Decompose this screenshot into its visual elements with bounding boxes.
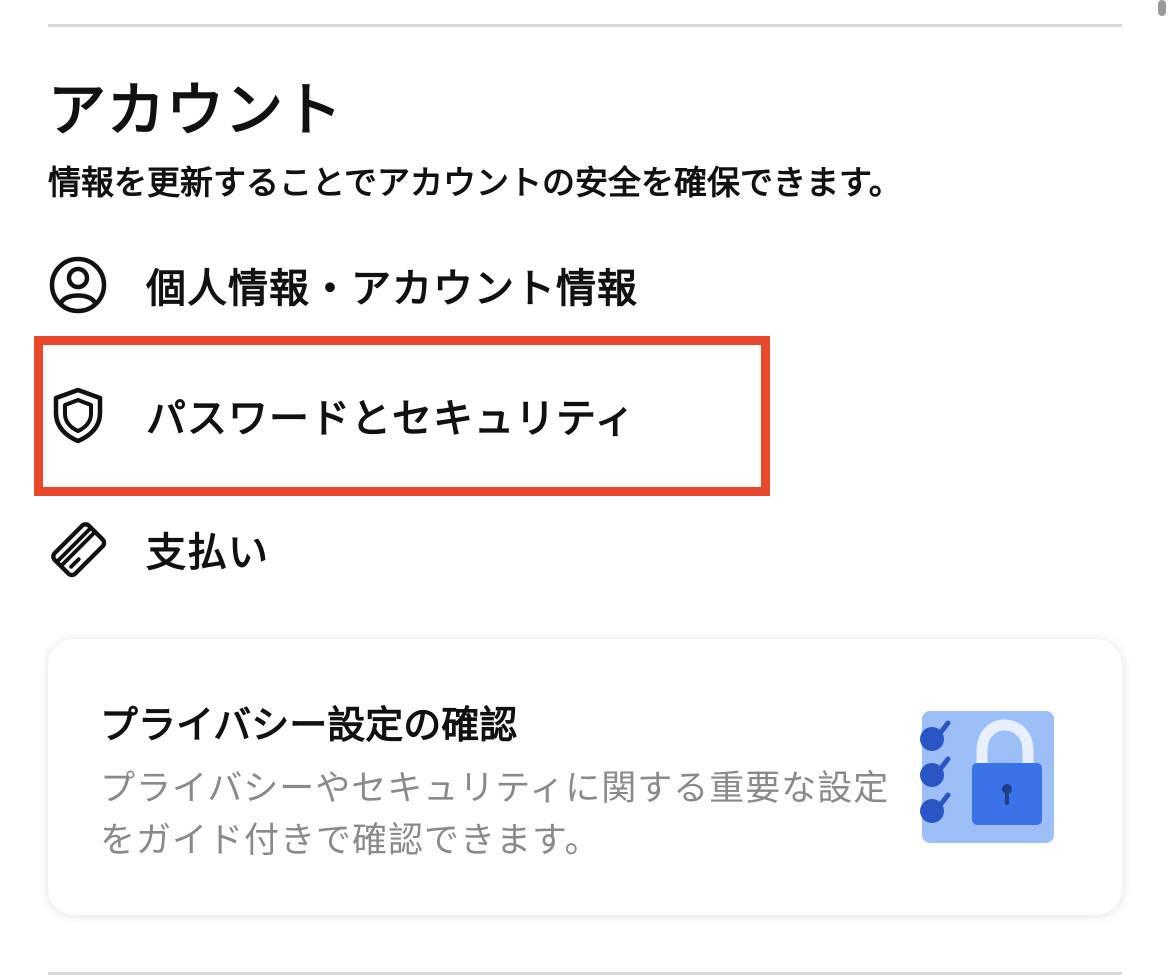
card-description: プライバシーやセキュリティに関する重要な設定をガイド付きで確認できます。	[100, 769, 890, 861]
section-title: アカウント	[48, 76, 344, 144]
section-subtitle: 情報を更新することでアカウントの安全を確保できます。	[48, 163, 902, 202]
menu-item-label: 個人情報・アカウント情報	[146, 266, 638, 312]
privacy-checkup-card[interactable]: プライバシー設定の確認 プライバシーやセキュリティに関する重要な設定をガイド付き…	[48, 639, 1122, 915]
bottom-divider	[48, 972, 1122, 975]
user-circle-icon	[48, 255, 108, 315]
menu-item-personal-info[interactable]: 個人情報・アカウント情報	[48, 250, 748, 320]
menu-item-label: 支払い	[146, 530, 269, 576]
credit-card-icon	[48, 519, 108, 579]
scrollbar-thumb[interactable]	[1158, 0, 1166, 16]
lock-checklist-icon	[912, 707, 1058, 847]
menu-item-payment[interactable]: 支払い	[48, 514, 748, 584]
top-divider	[48, 24, 1122, 27]
card-title: プライバシー設定の確認	[100, 703, 518, 747]
highlight-box	[34, 336, 770, 496]
